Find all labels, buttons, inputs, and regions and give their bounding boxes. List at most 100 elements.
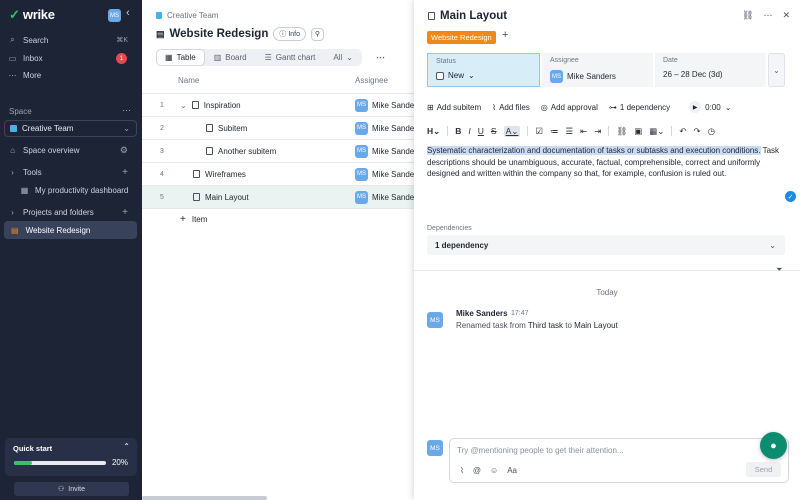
mention-icon[interactable]: @ (473, 466, 481, 475)
send-button[interactable]: Send (746, 462, 781, 477)
assignee-field[interactable]: Assignee MS Mike Sanders (542, 53, 653, 87)
space-more-icon[interactable]: ⋯ (122, 105, 131, 116)
project-tag[interactable]: Website Redesign (427, 31, 496, 44)
indent-icon[interactable]: ⇥ (594, 126, 601, 137)
dependency-button[interactable]: ⊶ 1 dependency (609, 103, 670, 112)
row-assignee[interactable]: MS Mike Sanders (355, 144, 421, 158)
tab-table[interactable]: ▦ Table (157, 50, 204, 65)
pin-button[interactable]: ⚲ (311, 27, 324, 41)
project-title-text[interactable]: Website Redesign (170, 28, 269, 40)
avatar: MS (355, 190, 368, 204)
bold-button[interactable]: B (455, 126, 461, 136)
more-options-icon[interactable]: ⋯ (763, 10, 772, 21)
text-color-button[interactable]: A⌄ (503, 125, 521, 137)
table-row[interactable]: 3 Another subitem MS Mike Sanders (142, 140, 421, 162)
row-name-text[interactable]: Main Layout (205, 193, 249, 202)
attach-icon[interactable]: ⌇ (460, 466, 464, 475)
add-files-button[interactable]: ⌇ Add files (492, 103, 530, 112)
breadcrumb-space[interactable]: Creative Team (167, 11, 218, 20)
tab-board[interactable]: ▥ Board (206, 50, 255, 65)
sidebar-tools-header[interactable]: › Tools + (8, 164, 136, 180)
add-tag-icon[interactable]: + (502, 29, 508, 41)
tab-gantt[interactable]: ☰ Gantt chart (257, 50, 324, 65)
sidebar-inbox[interactable]: ▭ Inbox 1 (8, 50, 136, 66)
row-name-text[interactable]: Wireframes (205, 170, 246, 179)
dependencies-dropdown[interactable]: 1 dependency ⌄ (427, 235, 785, 255)
task-fields: Status New ⌄ Assignee MS Mike Sanders Date… (427, 53, 785, 87)
info-button[interactable]: ⓘ Info (273, 27, 306, 41)
add-item-button[interactable]: + Item (180, 214, 207, 225)
task-description[interactable]: Systematic characterization and document… (427, 145, 789, 180)
horizontal-scrollbar[interactable] (142, 496, 267, 500)
sidebar-search[interactable]: ⌕ Search ⌘K (8, 32, 136, 48)
add-approval-button[interactable]: ◎ Add approval (541, 103, 598, 112)
sidebar-projects-header[interactable]: › Projects and folders + (8, 204, 136, 220)
chat-bubble-button[interactable]: ● (760, 432, 787, 459)
row-assignee[interactable]: MS Mike Sanders (355, 121, 421, 135)
emoji-icon[interactable]: ☺ (490, 466, 498, 475)
logo-text: wrike (22, 7, 55, 22)
invite-button[interactable]: ⚇ Invite (14, 482, 129, 496)
image-icon[interactable]: ▣ (634, 126, 642, 137)
bullet-list-icon[interactable]: ☰ (566, 126, 574, 137)
play-icon[interactable]: ▶ (689, 101, 702, 113)
chevron-down-icon[interactable]: ⌄ (180, 101, 187, 110)
more-options-icon[interactable]: ⋯ (376, 52, 385, 63)
filter-icon[interactable]: ⏷ (776, 265, 782, 275)
italic-button[interactable]: I (468, 126, 470, 136)
sidebar-space-overview[interactable]: ⌂ Space overview ⚙ (8, 142, 136, 158)
status-checkbox-icon[interactable] (436, 71, 444, 80)
breadcrumb[interactable]: Creative Team (156, 11, 218, 20)
quick-start-card[interactable]: Quick start ⌃ 20% (5, 438, 137, 476)
sidebar-more[interactable]: ⋯ More (8, 67, 136, 83)
table-row[interactable]: 1 ⌄ Inspiration MS Mike Sanders (142, 94, 421, 116)
redo-icon[interactable]: ↷ (694, 126, 701, 137)
link-icon[interactable]: ⛓ (616, 126, 627, 137)
checklist-icon[interactable]: ☑ (535, 126, 543, 137)
task-title-text[interactable]: Main Layout (440, 10, 507, 22)
strikethrough-button[interactable]: S (491, 126, 497, 136)
format-text-icon[interactable]: Aa (507, 466, 517, 475)
row-assignee[interactable]: MS Mike Sanders (355, 98, 421, 112)
timer[interactable]: ▶ 0:00 ⌄ (689, 101, 731, 113)
numbered-list-icon[interactable]: ≔ (550, 126, 559, 137)
user-avatar[interactable]: MS (108, 9, 121, 22)
expand-fields-button[interactable]: ⌄ (768, 53, 785, 87)
table-icon[interactable]: ▦⌄ (649, 126, 664, 137)
table-row[interactable]: 4 Wireframes MS Mike Sanders (142, 163, 421, 185)
filter-all[interactable]: All ⌄ (325, 50, 361, 65)
collapse-sidebar-icon[interactable]: ‹ (126, 7, 130, 19)
comment-input[interactable]: Try @mentioning people to get their atte… (449, 438, 789, 483)
table-row-selected[interactable]: 5 Main Layout MS Mike Sanders (142, 186, 421, 208)
status-field[interactable]: Status New ⌄ (427, 53, 540, 87)
date-field[interactable]: Date 26 – 28 Dec (3d) (655, 53, 766, 87)
invite-label: Invite (68, 485, 85, 493)
undo-icon[interactable]: ↶ (679, 126, 686, 137)
underline-button[interactable]: U (478, 126, 484, 136)
sidebar-item-website-redesign[interactable]: ▤ Website Redesign (4, 221, 137, 239)
table-row[interactable]: 2 Subitem MS Mike Sanders (142, 117, 421, 139)
column-header-name[interactable]: Name (178, 76, 199, 85)
row-assignee[interactable]: MS Mike Sanders (355, 190, 421, 204)
outdent-icon[interactable]: ⇤ (580, 126, 587, 137)
add-subitem-button[interactable]: ⊞ Add subitem (427, 103, 481, 112)
row-name: Main Layout (193, 193, 249, 202)
row-name-text[interactable]: Subitem (218, 124, 247, 133)
chevron-up-icon[interactable]: ⌃ (123, 442, 130, 451)
settings-gear-icon[interactable]: ⚙ (120, 145, 128, 156)
add-tool-icon[interactable]: + (122, 167, 128, 178)
checkmark-icon[interactable]: ✓ (785, 191, 796, 202)
logo[interactable]: ✓ wrike (9, 8, 55, 21)
heading-button[interactable]: H⌄ (427, 126, 440, 137)
space-selector[interactable]: Creative Team ⌄ (4, 120, 137, 137)
row-name-text[interactable]: Another subitem (218, 147, 276, 156)
close-icon[interactable]: ✕ (782, 10, 790, 21)
row-name-text[interactable]: Inspiration (204, 101, 241, 110)
chevron-down-icon: ⌄ (724, 102, 732, 112)
add-project-icon[interactable]: + (122, 207, 128, 218)
row-assignee[interactable]: MS Mike Sanders (355, 167, 421, 181)
history-icon[interactable]: ◷ (708, 126, 715, 137)
link-icon[interactable]: ⛓ (742, 10, 753, 21)
column-header-assignee[interactable]: Assignee (355, 76, 388, 85)
sidebar-dashboard[interactable]: ▦ My productivity dashboard (20, 182, 136, 198)
